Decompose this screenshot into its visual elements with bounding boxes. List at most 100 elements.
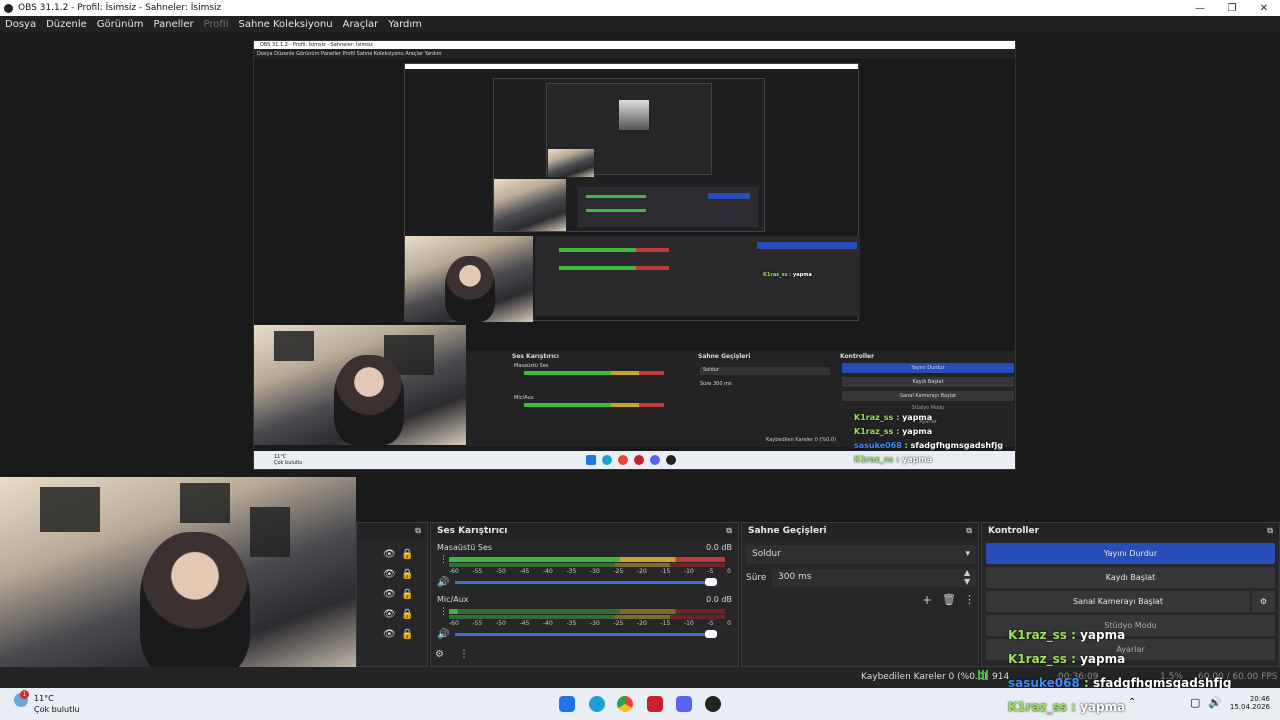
eye-icon[interactable]: 👁 — [383, 625, 396, 645]
minimize-icon[interactable]: — — [1184, 0, 1216, 16]
meter-ticks: -60 -55 -50 -45 -40 -35 -30 -25 -20 -15 -10 -5 0 — [449, 568, 731, 575]
nested-chat-line: K1raz_ss : yapma — [763, 272, 812, 278]
chevron-up-icon[interactable]: ⌃ — [1128, 697, 1136, 708]
weather-temp: 11°C — [34, 694, 54, 703]
nested-menu-bar: Dosya Düzenle Görünüm Paneller Profil Sa… — [254, 49, 1015, 59]
meter-ticks: -60 -55 -50 -45 -40 -35 -30 -25 -20 -15 -10 -5 0 — [449, 620, 731, 627]
lock-icon[interactable]: 🔒 — [401, 565, 413, 585]
nested-controls-title: Kontroller — [840, 353, 875, 360]
volume-slider-knob[interactable] — [704, 630, 717, 638]
volume-icon[interactable]: 🔊 — [1208, 696, 1222, 709]
close-icon[interactable]: ✕ — [1248, 0, 1280, 16]
nested-chat-1: K1raz_ss : yapma — [854, 413, 933, 422]
nested-transitions-title: Sahne Geçişleri — [698, 353, 751, 360]
eye-icon[interactable]: 👁 — [383, 565, 396, 585]
discord-icon[interactable] — [676, 696, 692, 712]
mixer-menu-icon[interactable]: ⋮ — [459, 649, 469, 660]
menu-bar: Dosya Düzenle Görünüm Paneller Profil Sa… — [0, 16, 1280, 32]
lock-icon[interactable]: 🔒 — [401, 605, 413, 625]
start-virtual-camera-button[interactable]: Sanal Kamerayı Başlat — [986, 591, 1250, 612]
popout-icon[interactable]: ⧉ — [1267, 526, 1273, 536]
chat-message: K1raz_ss : yapma — [1008, 628, 1126, 642]
start-menu-icon[interactable] — [559, 696, 575, 712]
transition-menu-icon[interactable]: ⋮ — [964, 593, 975, 606]
menu-docks[interactable]: Paneller — [154, 19, 194, 30]
menu-edit[interactable]: Düzenle — [46, 19, 87, 30]
speaker-icon[interactable]: 🔊 — [437, 577, 449, 588]
volume-slider-knob[interactable] — [704, 578, 717, 586]
volume-slider[interactable] — [455, 581, 717, 584]
channel-menu-icon[interactable]: ⋮ — [439, 607, 448, 617]
restore-icon[interactable]: ❐ — [1216, 0, 1248, 16]
edge-icon[interactable] — [589, 696, 605, 712]
obs-taskbar-icon[interactable] — [705, 696, 721, 712]
clock[interactable]: 20:46 15.04.2026 — [1224, 695, 1270, 711]
lock-icon[interactable]: 🔒 — [401, 585, 413, 605]
popout-icon[interactable]: ⧉ — [966, 526, 972, 536]
channel-name: Masaüstü Ses — [437, 543, 493, 552]
chat-message: K1raz_ss : yapma — [1008, 700, 1126, 714]
virtual-camera-settings-button[interactable]: ⚙ — [1252, 591, 1275, 612]
nested-recursion-core — [619, 100, 649, 130]
lock-icon[interactable]: 🔒 — [401, 545, 413, 565]
trash-icon[interactable]: 🗑 — [942, 593, 956, 606]
volume-slider[interactable] — [455, 633, 717, 636]
mixer-title: Ses Karıştırıcı — [437, 526, 508, 536]
spin-down-icon[interactable]: ▼ — [964, 577, 970, 586]
nested-docks-2: K1raz_ss : yapma — [535, 236, 860, 316]
popout-icon[interactable]: ⧉ — [415, 526, 421, 536]
lock-icon[interactable]: 🔒 — [401, 625, 413, 645]
spin-up-icon[interactable]: ▲ — [964, 568, 970, 577]
opera-icon[interactable] — [647, 696, 663, 712]
menu-help[interactable]: Yardım — [388, 19, 422, 30]
controls-dock: Kontroller ⧉ Yayını Durdur Kaydı Başlat S… — [981, 522, 1280, 667]
eye-icon[interactable]: 👁 — [383, 605, 396, 625]
audio-mixer-dock: Ses Karıştırıcı ⧉ Masaüstü Ses 0.0 dB ⋮ -… — [430, 522, 739, 667]
menu-file[interactable]: Dosya — [5, 19, 36, 30]
duration-input[interactable]: 300 ms — [772, 569, 976, 587]
obs-logo-icon — [4, 3, 13, 13]
nested-ch1-name: Masaüstü Ses — [514, 363, 549, 369]
channel-menu-icon[interactable]: ⋮ — [439, 555, 448, 565]
volume-meter-peak — [449, 615, 725, 619]
advanced-audio-icon[interactable]: ⚙ — [435, 649, 444, 660]
menu-tools[interactable]: Araçlar — [343, 19, 379, 30]
window-title: OBS 31.1.2 - Profil: İsimsiz - Sahneler:… — [18, 3, 222, 13]
chrome-icon[interactable] — [617, 696, 633, 712]
nested-facecam-3b — [494, 179, 566, 231]
eye-icon[interactable]: 👁 — [383, 545, 396, 565]
add-transition-icon[interactable]: + — [922, 593, 932, 607]
stop-stream-button[interactable]: Yayını Durdur — [986, 543, 1275, 564]
start-record-button[interactable]: Kaydı Başlat — [986, 567, 1275, 588]
eye-icon[interactable]: 👁 — [383, 585, 396, 605]
menu-profile[interactable]: Profil — [204, 19, 229, 30]
transition-select[interactable]: Soldur ▾ — [746, 545, 976, 564]
nested-title-bar: OBS 31.1.2 - Profil: İsimsiz - Sahneler:… — [254, 41, 1015, 49]
nested-taskbar-icons — [586, 455, 686, 467]
title-bar: OBS 31.1.2 - Profil: İsimsiz - Sahneler:… — [0, 0, 1280, 16]
menu-view[interactable]: Görünüm — [97, 19, 144, 30]
menu-scene-collection[interactable]: Sahne Koleksiyonu — [239, 19, 333, 30]
nested-taskbar: 11°C Çok bulutlu K1raz_ss : yapma — [254, 451, 1015, 469]
speaker-icon[interactable]: 🔊 — [437, 629, 449, 640]
streamer-figure — [140, 532, 250, 678]
channel-db: 0.0 dB — [706, 595, 732, 604]
nested-preview-level-2: K1raz_ss : yapma — [404, 63, 860, 322]
duration-label: Süre — [746, 573, 767, 583]
nested-docks-3 — [578, 187, 758, 227]
popout-icon[interactable]: ⧉ — [726, 526, 732, 536]
channel-name: Mic/Aux — [437, 595, 469, 604]
nested-dropped-frames: Kaybedilen Kareler 0 (%0.0) — [766, 437, 837, 443]
clock-date: 15.04.2026 — [1229, 703, 1270, 711]
nested-chat-2: K1raz_ss : yapma — [854, 427, 933, 436]
network-icon[interactable]: ▢ — [1190, 696, 1200, 709]
volume-meter-peak — [449, 563, 725, 567]
gear-icon: ⚙ — [1259, 597, 1268, 606]
nested-preview-level-3 — [493, 78, 765, 232]
chevron-down-icon: ▾ — [965, 549, 970, 559]
weather-condition: Çok bulutlu — [34, 705, 80, 714]
scene-transitions-dock: Sahne Geçişleri ⧉ Soldur ▾ Süre 300 ms ▲ … — [741, 522, 979, 667]
preview-screen-capture[interactable]: OBS 31.1.2 - Profil: İsimsiz - Sahneler:… — [253, 40, 1016, 470]
nested-weather: 11°C Çok bulutlu — [274, 454, 303, 466]
nested-facecam-3 — [548, 149, 594, 177]
